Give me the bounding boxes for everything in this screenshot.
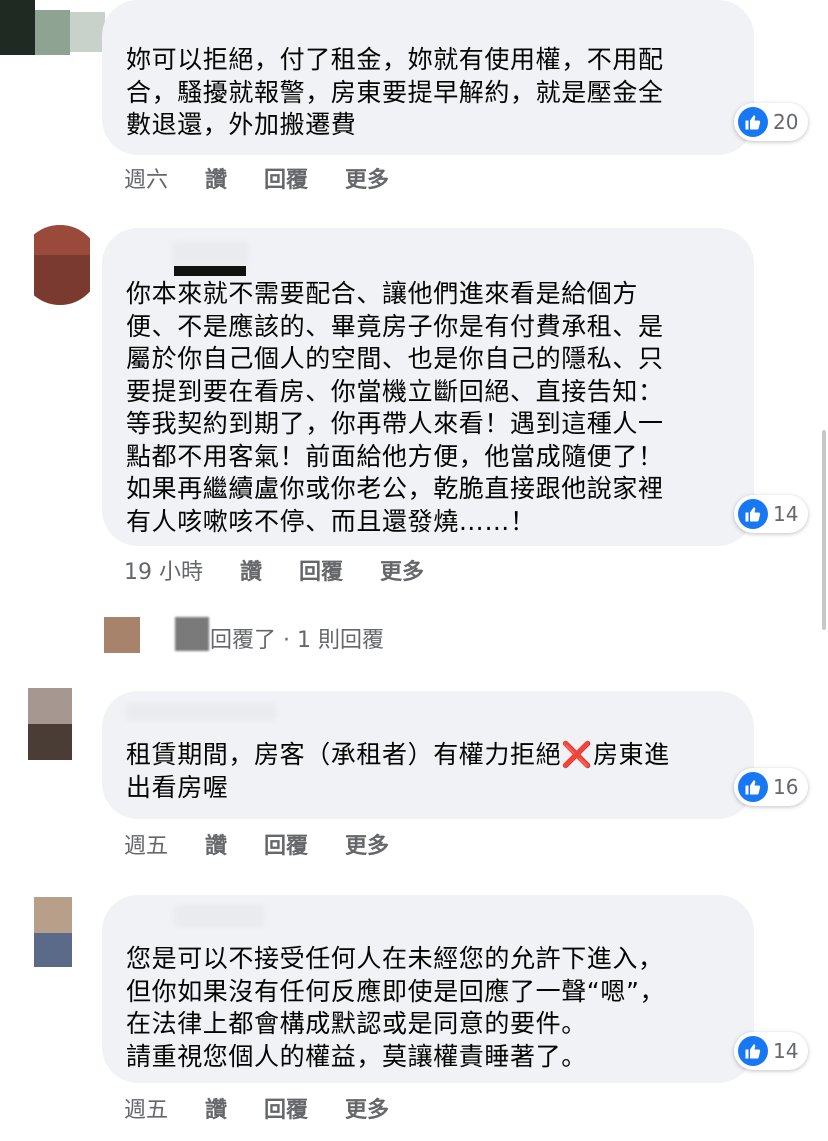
thumbs-up-icon	[738, 1036, 768, 1066]
more-button[interactable]: 更多	[345, 834, 389, 859]
like-button[interactable]: 讚	[205, 168, 227, 193]
red-x-icon: ❌	[561, 740, 593, 769]
comment-actions: 19 小時 讚 回覆 更多	[124, 554, 454, 586]
author-name[interactable]	[172, 242, 248, 266]
like-button[interactable]: 讚	[205, 834, 227, 859]
comment-actions: 週五 讚 回覆 更多	[124, 1092, 419, 1124]
comment-text: 妳可以拒絕，付了租金，妳就有使用權，不用配 合，騷擾就報警，房東要提早解約，就是…	[126, 45, 664, 139]
reply-button[interactable]: 回覆	[299, 560, 343, 585]
reply-button[interactable]: 回覆	[264, 168, 308, 193]
reply-avatar[interactable]	[104, 617, 140, 653]
scrollbar[interactable]	[822, 430, 826, 630]
like-button[interactable]: 讚	[240, 560, 262, 585]
comment-bubble: 妳可以拒絕，付了租金，妳就有使用權，不用配 合，騷擾就報警，房東要提早解約，就是…	[102, 0, 754, 155]
thumbs-up-icon	[738, 772, 768, 802]
comment-bubble: 您是可以不接受任何人在未經您的允許下進入， 但你如果沒有任何反應即使是回應了一聲…	[102, 895, 754, 1083]
comment-text: 你本來就不需要配合、讓他們進來看是給個方 便、不是應該的、畢竟房子你是有付費承租…	[126, 279, 664, 536]
reply-button[interactable]: 回覆	[264, 834, 308, 859]
view-replies-link[interactable]: 回覆了 · 1 則回覆	[210, 622, 384, 654]
reply-button[interactable]: 回覆	[264, 1098, 308, 1123]
comment-text: 您是可以不接受任何人在未經您的允許下進入， 但你如果沒有任何反應即使是回應了一聲…	[126, 944, 666, 1071]
like-button[interactable]: 讚	[205, 1098, 227, 1123]
thumbs-up-icon	[738, 499, 768, 529]
reaction-count[interactable]: 14	[734, 1032, 808, 1070]
comment-bubble: 租賃期間，房客（承租者）有權力拒絕❌房東進 出看房喔	[102, 691, 754, 819]
avatar[interactable]	[20, 225, 100, 305]
timestamp[interactable]: 週五	[124, 834, 168, 859]
avatar[interactable]	[0, 0, 105, 55]
author-name[interactable]	[126, 703, 276, 721]
comment-actions: 週五 讚 回覆 更多	[124, 828, 419, 860]
comment-text: 租賃期間，房客（承租者）有權力拒絕❌房東進 出看房喔	[126, 740, 670, 802]
comment-actions: 週六 讚 回覆 更多	[124, 162, 419, 194]
reply-author-blur[interactable]	[175, 617, 209, 651]
avatar[interactable]	[34, 897, 72, 967]
avatar[interactable]	[28, 688, 72, 760]
timestamp[interactable]: 週五	[124, 1098, 168, 1123]
more-button[interactable]: 更多	[345, 168, 389, 193]
reaction-count[interactable]: 16	[734, 768, 808, 806]
reaction-count[interactable]: 20	[734, 103, 808, 141]
reaction-count[interactable]: 14	[734, 495, 808, 533]
comment-bubble: 你本來就不需要配合、讓他們進來看是給個方 便、不是應該的、畢竟房子你是有付費承租…	[102, 228, 754, 546]
author-name[interactable]	[174, 905, 264, 927]
timestamp[interactable]: 週六	[124, 168, 168, 193]
more-button[interactable]: 更多	[345, 1098, 389, 1123]
author-name-redaction	[174, 266, 246, 276]
timestamp[interactable]: 19 小時	[124, 560, 203, 585]
thumbs-up-icon	[738, 107, 768, 137]
more-button[interactable]: 更多	[380, 560, 424, 585]
